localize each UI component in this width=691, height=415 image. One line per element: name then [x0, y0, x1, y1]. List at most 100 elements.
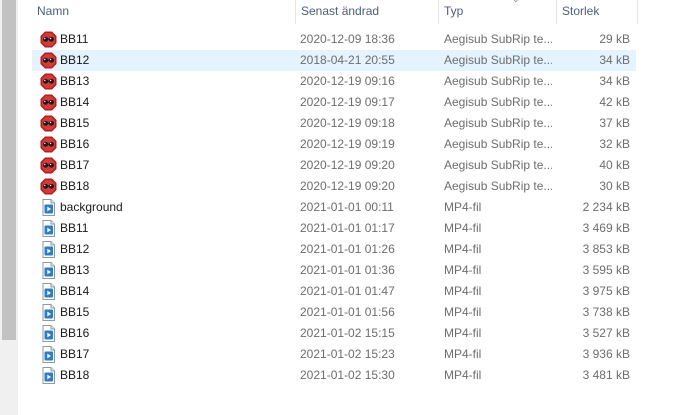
file-row[interactable]: BB16 2021-01-02 15:15 MP4-fil 3 527 kB [32, 323, 636, 344]
file-size: 34 kB [599, 53, 630, 67]
file-name: BB13 [60, 263, 90, 277]
file-row[interactable]: BB11 2020-12-09 18:36 Aegisub SubRip te.… [32, 29, 636, 50]
mp4-video-file-icon [40, 283, 57, 300]
file-name: BB14 [60, 95, 90, 109]
file-modified: 2021-01-01 01:36 [300, 263, 395, 277]
file-modified: 2020-12-09 18:36 [300, 32, 395, 46]
file-type: MP4-fil [444, 326, 482, 340]
file-name: BB11 [60, 32, 89, 46]
mp4-video-file-icon [40, 325, 57, 342]
file-type: MP4-fil [444, 284, 482, 298]
aegisub-subtitle-icon [40, 136, 57, 153]
file-name: BB13 [60, 74, 90, 88]
file-type: MP4-fil [444, 242, 482, 256]
file-modified: 2021-01-02 15:30 [300, 368, 395, 382]
file-row[interactable]: BB16 2020-12-19 09:19 Aegisub SubRip te.… [32, 134, 636, 155]
column-header-modified[interactable]: Senast ändrad [295, 0, 438, 24]
file-modified: 2020-12-19 09:17 [300, 95, 395, 109]
file-type: MP4-fil [444, 221, 482, 235]
file-name: BB12 [60, 53, 90, 67]
file-size: 2 234 kB [582, 200, 630, 214]
file-modified: 2021-01-01 01:26 [300, 242, 395, 256]
file-modified: 2020-12-19 09:18 [300, 116, 395, 130]
file-size: 3 738 kB [582, 305, 630, 319]
file-type: MP4-fil [444, 263, 482, 277]
file-type: Aegisub SubRip te... [444, 74, 552, 88]
file-list: BB11 2020-12-09 18:36 Aegisub SubRip te.… [32, 29, 636, 386]
vertical-scrollbar[interactable] [0, 0, 18, 415]
column-header-size[interactable]: Storlek [556, 0, 638, 24]
file-row[interactable]: BB12 2021-01-01 01:26 MP4-fil 3 853 kB [32, 239, 636, 260]
file-row[interactable]: BB15 2021-01-01 01:56 MP4-fil 3 738 kB [32, 302, 636, 323]
file-modified: 2020-12-19 09:20 [300, 158, 395, 172]
column-header: Namn Senast ändrad Typ Storlek ⌄ [18, 0, 691, 24]
aegisub-subtitle-icon [40, 157, 57, 174]
file-row[interactable]: BB14 2021-01-01 01:47 MP4-fil 3 975 kB [32, 281, 636, 302]
file-row[interactable]: BB18 2020-12-19 09:20 Aegisub SubRip te.… [32, 176, 636, 197]
file-type: Aegisub SubRip te... [444, 53, 552, 67]
file-modified: 2021-01-02 15:15 [300, 326, 395, 340]
file-modified: 2020-12-19 09:19 [300, 137, 395, 151]
file-type: Aegisub SubRip te... [444, 179, 552, 193]
file-modified: 2020-12-19 09:16 [300, 74, 395, 88]
file-size: 34 kB [599, 74, 630, 88]
file-row[interactable]: BB17 2020-12-19 09:20 Aegisub SubRip te.… [32, 155, 636, 176]
file-modified: 2021-01-01 01:17 [300, 221, 395, 235]
file-row[interactable]: BB11 2021-01-01 01:17 MP4-fil 3 469 kB [32, 218, 636, 239]
file-type: MP4-fil [444, 368, 482, 382]
file-name: BB11 [60, 221, 89, 235]
aegisub-subtitle-icon [40, 73, 57, 90]
file-size: 30 kB [599, 179, 630, 193]
mp4-video-file-icon [40, 304, 57, 321]
file-name: BB18 [60, 179, 90, 193]
file-type: Aegisub SubRip te... [444, 137, 552, 151]
file-name: BB12 [60, 242, 90, 256]
mp4-video-file-icon [40, 241, 57, 258]
aegisub-subtitle-icon [40, 52, 57, 69]
file-type: MP4-fil [444, 200, 482, 214]
column-header-name[interactable]: Namn [32, 0, 295, 24]
file-name: BB18 [60, 368, 90, 382]
file-size: 40 kB [599, 158, 630, 172]
file-row[interactable]: BB13 2020-12-19 09:16 Aegisub SubRip te.… [32, 71, 636, 92]
file-name: BB14 [60, 284, 90, 298]
file-type: Aegisub SubRip te... [444, 158, 552, 172]
file-modified: 2021-01-01 00:11 [300, 200, 394, 214]
file-size: 3 481 kB [582, 368, 630, 382]
file-explorer-details-view: Namn Senast ändrad Typ Storlek ⌄ BB11 20… [0, 0, 691, 415]
file-size: 3 975 kB [582, 284, 630, 298]
file-name: BB17 [60, 158, 90, 172]
file-name: BB15 [60, 305, 90, 319]
file-size: 3 595 kB [582, 263, 630, 277]
file-row[interactable]: BB15 2020-12-19 09:18 Aegisub SubRip te.… [32, 113, 636, 134]
file-name: BB16 [60, 137, 90, 151]
file-name: BB17 [60, 347, 90, 361]
mp4-video-file-icon [40, 346, 57, 363]
scrollbar-thumb[interactable] [2, 0, 16, 340]
file-modified: 2021-01-01 01:47 [300, 284, 395, 298]
file-size: 3 527 kB [582, 326, 630, 340]
file-name: BB15 [60, 116, 90, 130]
file-row[interactable]: BB17 2021-01-02 15:23 MP4-fil 3 936 kB [32, 344, 636, 365]
file-size: 42 kB [599, 95, 630, 109]
file-modified: 2021-01-01 01:56 [300, 305, 395, 319]
aegisub-subtitle-icon [40, 31, 57, 48]
mp4-video-file-icon [40, 220, 57, 237]
file-type: Aegisub SubRip te... [444, 95, 552, 109]
file-row[interactable]: background 2021-01-01 00:11 MP4-fil 2 23… [32, 197, 636, 218]
file-modified: 2020-12-19 09:20 [300, 179, 395, 193]
file-modified: 2018-04-21 20:55 [300, 53, 395, 67]
file-size: 3 936 kB [582, 347, 630, 361]
file-modified: 2021-01-02 15:23 [300, 347, 395, 361]
file-type: Aegisub SubRip te... [444, 32, 552, 46]
sort-indicator-icon: ⌄ [512, 0, 520, 5]
file-row[interactable]: BB12 2018-04-21 20:55 Aegisub SubRip te.… [32, 50, 636, 71]
file-row[interactable]: BB18 2021-01-02 15:30 MP4-fil 3 481 kB [32, 365, 636, 386]
file-size: 29 kB [599, 32, 630, 46]
mp4-video-file-icon [40, 367, 57, 384]
file-row[interactable]: BB14 2020-12-19 09:17 Aegisub SubRip te.… [32, 92, 636, 113]
file-size: 3 469 kB [582, 221, 630, 235]
file-size: 3 853 kB [582, 242, 630, 256]
column-header-type[interactable]: Typ [438, 0, 556, 24]
file-row[interactable]: BB13 2021-01-01 01:36 MP4-fil 3 595 kB [32, 260, 636, 281]
